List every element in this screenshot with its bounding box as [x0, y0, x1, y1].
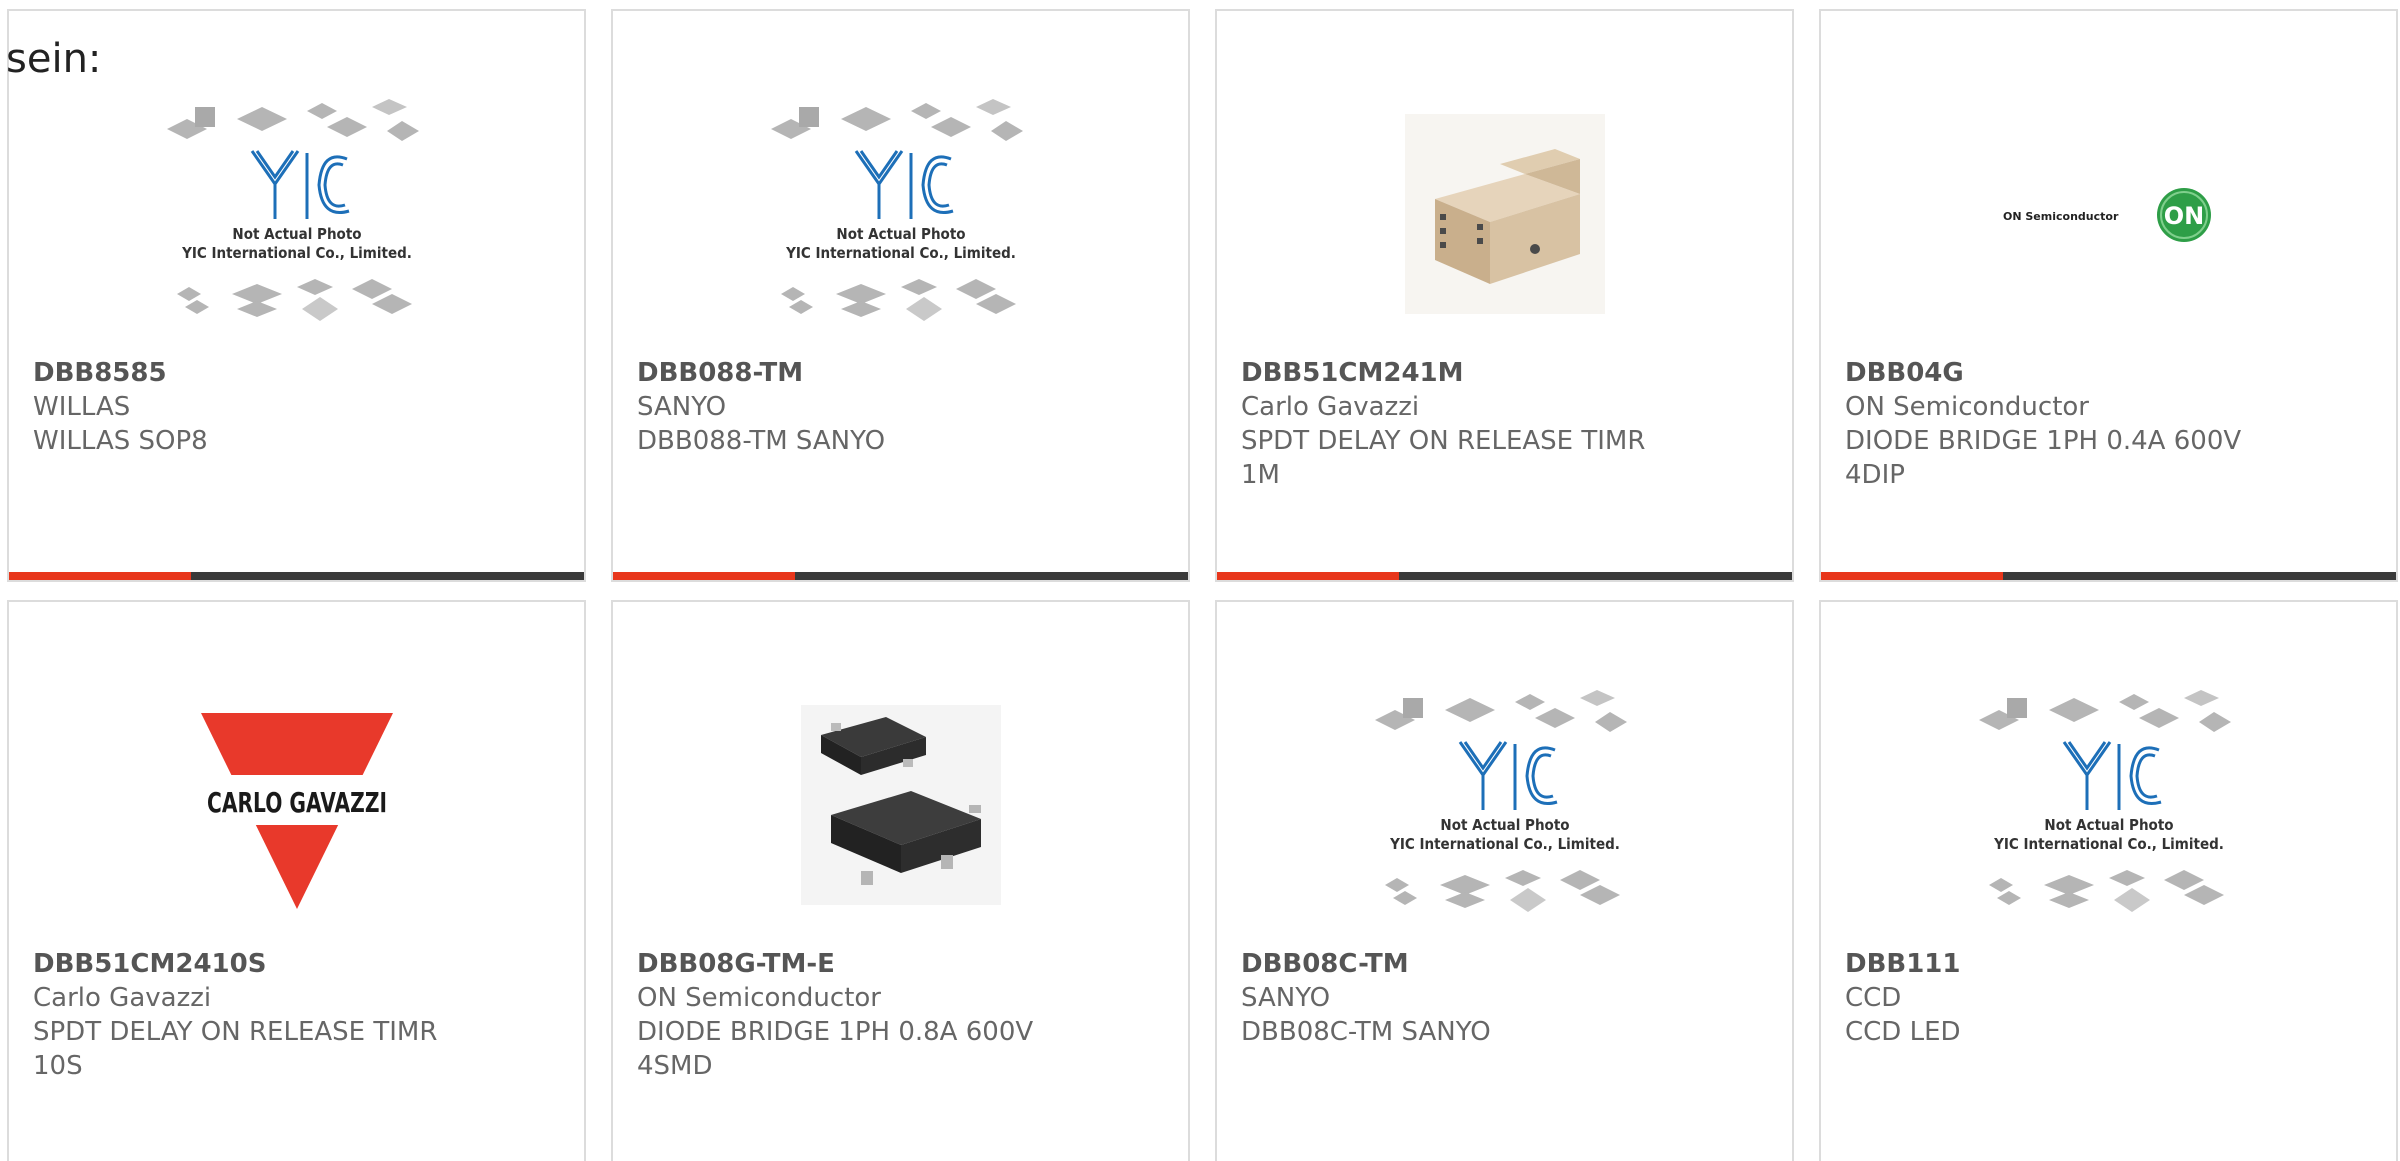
- product-image-placeholder[interactable]: Not Actual Photo YIC International Co., …: [157, 81, 437, 346]
- placeholder-caption-line2: YIC International Co., Limited.: [1389, 835, 1620, 853]
- product-card[interactable]: Not Actual Photo YIC International Co., …: [7, 9, 586, 582]
- placeholder-caption-line2: YIC International Co., Limited.: [1993, 835, 2224, 853]
- product-description: DBB088-TM SANYO: [637, 426, 886, 456]
- product-manufacturer: WILLAS: [33, 392, 131, 422]
- product-part-number[interactable]: DBB08G-TM-E: [637, 947, 1157, 981]
- product-card[interactable]: Not Actual Photo YIC International Co., …: [1215, 600, 1794, 1161]
- card-bottom-bar: [1217, 572, 1792, 580]
- product-card[interactable]: Not Actual Photo YIC International Co., …: [1819, 600, 2398, 1161]
- product-image-placeholder[interactable]: Not Actual Photo YIC International Co., …: [761, 81, 1041, 346]
- placeholder-caption-line1: Not Actual Photo: [232, 225, 361, 243]
- product-manufacturer: ON Semiconductor: [637, 983, 881, 1013]
- product-manufacturer: SANYO: [1241, 983, 1331, 1013]
- product-part-number[interactable]: DBB51CM241M: [1241, 356, 1761, 390]
- card-bottom-bar: [1821, 572, 2396, 580]
- placeholder-caption-line1: Not Actual Photo: [836, 225, 965, 243]
- card-accent-bar: [1821, 572, 2003, 580]
- on-semiconductor-logo[interactable]: ON Semiconductor ON: [1969, 81, 2249, 346]
- card-bottom-bar: [613, 572, 1188, 580]
- card-accent-bar: [613, 572, 795, 580]
- smd-bridge-image[interactable]: [761, 672, 1041, 937]
- product-part-number[interactable]: DBB088-TM: [637, 356, 1157, 390]
- product-manufacturer: ON Semiconductor: [1845, 392, 2089, 422]
- product-card[interactable]: DBB08G-TM-E ON Semiconductor DIODE BRIDG…: [611, 600, 1190, 1161]
- product-card[interactable]: ON Semiconductor ON DBB04G ON Semiconduc…: [1819, 9, 2398, 582]
- product-description: DIODE BRIDGE 1PH 0.8A 600V 4SMD: [637, 1017, 1034, 1081]
- product-description: SPDT DELAY ON RELEASE TIMR 1M: [1241, 426, 1646, 490]
- placeholder-caption-line2: YIC International Co., Limited.: [785, 244, 1016, 262]
- on-semi-logo-text: ON Semiconductor: [2003, 210, 2119, 223]
- product-image-placeholder[interactable]: Not Actual Photo YIC International Co., …: [1969, 672, 2249, 937]
- product-card[interactable]: CARLO GAVAZZI DBB51CM2410S Carlo Gavazzi…: [7, 600, 586, 1161]
- product-image-placeholder[interactable]: Not Actual Photo YIC International Co., …: [1365, 672, 1645, 937]
- product-description: CCD LED: [1845, 1017, 1961, 1047]
- product-manufacturer: Carlo Gavazzi: [1241, 392, 1420, 422]
- on-badge-text: ON: [2163, 202, 2204, 230]
- carlo-gavazzi-logo-text: CARLO GAVAZZI: [207, 786, 387, 819]
- product-manufacturer: CCD: [1845, 983, 1902, 1013]
- product-part-number[interactable]: DBB51CM2410S: [33, 947, 553, 981]
- card-accent-bar: [9, 572, 191, 580]
- product-part-number[interactable]: DBB8585: [33, 356, 553, 390]
- product-card[interactable]: Not Actual Photo YIC International Co., …: [611, 9, 1190, 582]
- product-description: SPDT DELAY ON RELEASE TIMR 10S: [33, 1017, 438, 1081]
- product-part-number[interactable]: DBB04G: [1845, 356, 2365, 390]
- product-description: WILLAS SOP8: [33, 426, 208, 456]
- carlo-gavazzi-logo[interactable]: CARLO GAVAZZI: [157, 672, 437, 937]
- product-description: DIODE BRIDGE 1PH 0.4A 600V 4DIP: [1845, 426, 2242, 490]
- product-card[interactable]: DBB51CM241M Carlo Gavazzi SPDT DELAY ON …: [1215, 9, 1794, 582]
- product-description: DBB08C-TM SANYO: [1241, 1017, 1491, 1047]
- placeholder-caption-line1: Not Actual Photo: [2044, 816, 2173, 834]
- product-part-number[interactable]: DBB08C-TM: [1241, 947, 1761, 981]
- product-manufacturer: SANYO: [637, 392, 727, 422]
- placeholder-caption-line2: YIC International Co., Limited.: [181, 244, 412, 262]
- card-accent-bar: [1217, 572, 1399, 580]
- product-part-number[interactable]: DBB111: [1845, 947, 2365, 981]
- intro-text: sein:: [6, 36, 102, 82]
- product-manufacturer: Carlo Gavazzi: [33, 983, 212, 1013]
- card-bottom-bar: [9, 572, 584, 580]
- placeholder-caption-line1: Not Actual Photo: [1440, 816, 1569, 834]
- product-grid-page: sein: Not Actual Photo YIC International…: [0, 0, 2400, 1161]
- relay-module-image[interactable]: [1365, 81, 1645, 346]
